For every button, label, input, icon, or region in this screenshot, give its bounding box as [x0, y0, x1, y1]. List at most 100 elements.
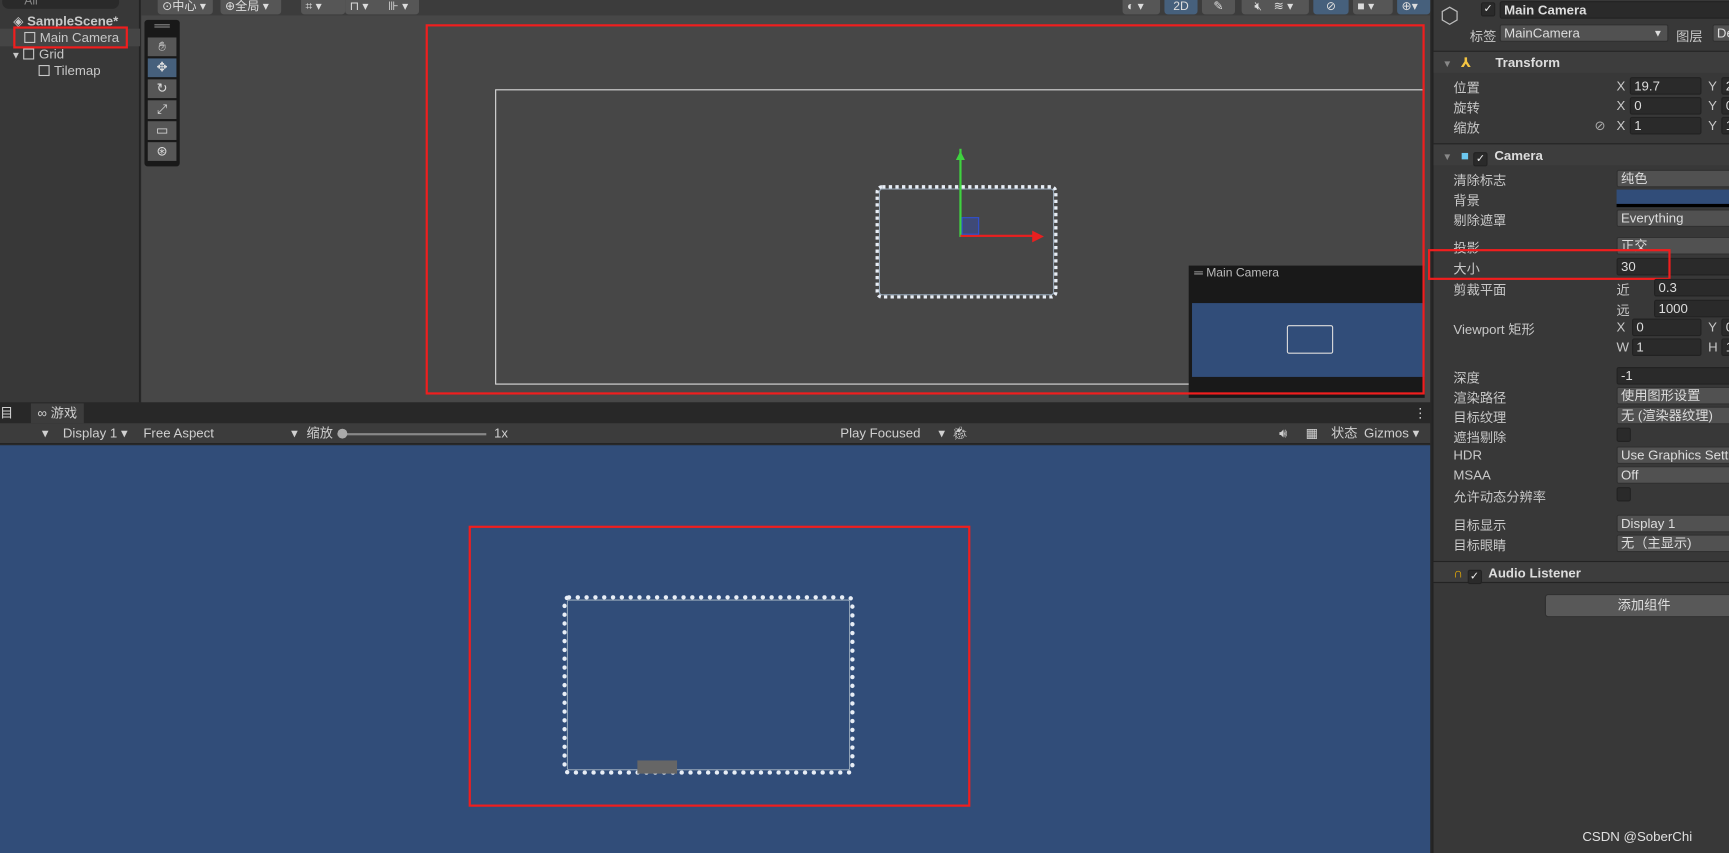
highlight-box [425, 24, 1425, 395]
camera-enabled-checkbox[interactable]: ✓ [1473, 152, 1488, 167]
play-mode-label: Play Focused [840, 425, 921, 441]
depth-field[interactable]: -1 [1616, 366, 1729, 385]
transform-icon: ⅄ [1460, 55, 1472, 71]
item-label: Grid [39, 46, 65, 62]
background-color-swatch[interactable] [1616, 189, 1729, 208]
render-path-label: 渲染路径 [1453, 390, 1507, 406]
audio-enabled-checkbox[interactable]: ✓ [1467, 569, 1482, 585]
gameobject-icon [38, 65, 50, 77]
camera-button[interactable]: ■ ▾ [1353, 0, 1393, 15]
clipping-planes-label: 剪裁平面 [1453, 282, 1507, 298]
pivot-button[interactable]: ⊙中心 ▾ [157, 0, 213, 15]
grid-snap-button[interactable]: ⌗ ▾ [301, 0, 346, 15]
far-label: 远 [1616, 303, 1630, 319]
render-path-dropdown[interactable]: 使用图形设置 [1616, 386, 1729, 405]
transform-title: Transform [1495, 55, 1561, 71]
more-menu-icon[interactable]: ⋮ [1414, 403, 1427, 423]
draw-mode-button[interactable]: ◐ ▾ [1122, 0, 1161, 15]
viewport-h-field[interactable]: 1 [1721, 338, 1729, 356]
position-y-field[interactable]: 2 [1721, 77, 1729, 95]
stats-button[interactable]: 状态 [1331, 423, 1357, 444]
visibility-icon[interactable]: ⊘ [1313, 0, 1349, 15]
position-x-field[interactable]: 19.7 [1629, 77, 1702, 95]
project-tab[interactable]: 目 [0, 403, 13, 423]
audio-listener-header[interactable]: ∩ ✓ Audio Listener [1433, 560, 1729, 585]
drag-handle-icon[interactable] [154, 24, 170, 28]
clear-flags-dropdown[interactable]: 纯色 [1616, 169, 1729, 188]
scale-slider-thumb[interactable] [337, 428, 348, 439]
inspector-panel: ⬡ ✓ Main Camera 标签 MainCamera▼ 图层 De ▼⅄T… [1427, 0, 1729, 853]
target-eye-dropdown[interactable]: 无（主显示) [1616, 534, 1729, 553]
hdr-dropdown[interactable]: Use Graphics Settings [1616, 446, 1729, 464]
msaa-dropdown[interactable]: Off [1616, 466, 1729, 484]
gizmos-dropdown[interactable]: Gizmos ▾ [1364, 423, 1419, 444]
object-name-field[interactable]: Main Camera [1499, 1, 1729, 19]
layer-label: 图层 [1676, 28, 1703, 45]
item-label: Tilemap [54, 62, 101, 79]
grid-icon[interactable]: ▦ [1306, 423, 1319, 444]
viewport-x-field[interactable]: 0 [1631, 318, 1702, 337]
dynamic-resolution-checkbox[interactable] [1616, 487, 1631, 502]
near-field[interactable]: 0.3 [1654, 278, 1729, 297]
rotate-tool-icon[interactable]: ↻ [147, 79, 177, 99]
audio-icon[interactable]: 🔊︎ [1279, 423, 1287, 444]
occlusion-checkbox[interactable] [1616, 427, 1631, 442]
snap-button[interactable]: ⊓ ▾ [345, 0, 390, 15]
scale-tool-icon[interactable]: ⤢ [147, 100, 177, 120]
tag-value: MainCamera [1504, 25, 1580, 41]
tab-game[interactable]: ∞ 游戏 [30, 403, 84, 424]
culling-mask-label: 剔除遮罩 [1453, 212, 1507, 229]
play-mode-dropdown[interactable]: Play Focused ▾ [840, 423, 945, 444]
pivot-label: 中心 [172, 0, 197, 14]
transform-tool-icon[interactable]: ⊛ [147, 142, 177, 161]
layer-dropdown[interactable]: De [1712, 24, 1729, 42]
expand-arrow-icon[interactable]: ▼ [11, 50, 24, 61]
scene-toolbar: ⊙中心 ▾ ⊕全局 ▾ ⌗ ▾ ⊓ ▾ ⊪ ▾ ◐ ▾ 2D ✎ 🔇︎ ≋ ▾ … [141, 0, 1431, 16]
scale-label: 缩放 [306, 425, 334, 441]
rotation-y-field[interactable]: 0 [1721, 96, 1729, 115]
hierarchy-item-tilemap[interactable]: Tilemap [0, 62, 140, 80]
scale-value: 1x [494, 425, 509, 441]
space-button[interactable]: ⊕全局 ▾ [220, 0, 282, 15]
2d-toggle[interactable]: 2D [1164, 0, 1198, 15]
hierarchy-search[interactable]: All [2, 0, 120, 9]
active-checkbox[interactable]: ✓ [1480, 2, 1496, 17]
target-display-dropdown[interactable]: Display 1 [1616, 514, 1729, 533]
effects-button[interactable]: ≋ ▾ [1269, 0, 1309, 15]
add-component-button[interactable]: 添加组件 [1544, 594, 1729, 618]
transform-header[interactable]: ▼ ⅄ Transform [1433, 50, 1729, 73]
scale-y-field[interactable]: 1 [1721, 116, 1729, 135]
rect-tool-icon[interactable]: ▭ [147, 121, 177, 140]
target-texture-field[interactable]: 无 (渲染器纹理) [1616, 406, 1729, 425]
background-label: 背景 [1453, 192, 1480, 209]
camera-header[interactable]: ▼ ■ ✓ Camera [1433, 143, 1729, 167]
hand-tool-icon[interactable]: ✋︎ [147, 37, 177, 57]
bug-icon[interactable]: 🐞︎ [952, 423, 969, 444]
display-dropdown[interactable]: Display 1 ▾ [63, 423, 128, 444]
audio-listener-title: Audio Listener [1488, 565, 1581, 581]
gizmos-button[interactable]: ⊕▾ [1397, 0, 1431, 15]
space-label: 全局 [235, 0, 260, 14]
far-field[interactable]: 1000 [1654, 299, 1729, 318]
move-tool-icon[interactable]: ✥ [147, 58, 177, 78]
tag-dropdown[interactable]: MainCamera ▼ [1499, 24, 1669, 42]
constrain-proportions-icon[interactable]: ⊘ [1595, 118, 1606, 133]
lighting-icon[interactable]: ✎ [1201, 0, 1236, 15]
rotation-label: 旋转 [1453, 100, 1480, 116]
position-label: 位置 [1453, 80, 1480, 96]
gameobject-icon: ⬡ [1440, 4, 1460, 29]
increment-snap-button[interactable]: ⊪ ▾ [383, 0, 420, 15]
rotation-x-field[interactable]: 0 [1629, 96, 1702, 115]
game-view-dropdown[interactable]: ▾ [42, 423, 49, 444]
viewport-w-field[interactable]: 1 [1631, 338, 1702, 356]
target-display-label: 目标显示 [1453, 517, 1507, 534]
occlusion-label: 遮挡剔除 [1453, 429, 1507, 446]
culling-mask-dropdown[interactable]: Everything [1616, 209, 1729, 228]
watermark: CSDN @SoberChi [1582, 828, 1693, 845]
game-tab-bar: 目 ∞ 游戏 ⋮ [0, 403, 1431, 424]
scale-slider[interactable] [337, 433, 487, 436]
viewport-y-field[interactable]: 0 [1721, 318, 1729, 337]
near-label: 近 [1616, 282, 1630, 298]
scale-x-field[interactable]: 1 [1629, 116, 1702, 135]
aspect-dropdown[interactable]: Free Aspect ▾ [143, 423, 297, 444]
